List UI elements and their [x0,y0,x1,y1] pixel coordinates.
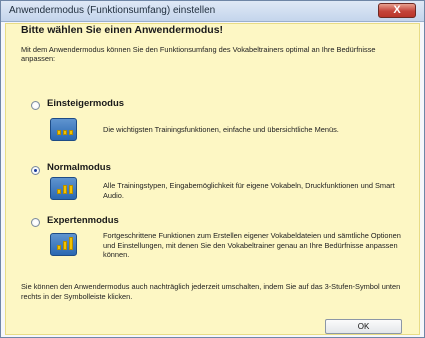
level-bars-icon [50,233,77,256]
radio-expertenmodus[interactable] [31,218,40,227]
mode-label-experten[interactable]: Expertenmodus [47,215,119,226]
footer-hint: Sie können den Anwendermodus auch nachtr… [21,282,401,301]
mode-label-einsteiger[interactable]: Einsteigermodus [47,98,124,109]
radio-normalmodus[interactable] [31,166,40,175]
ok-button[interactable]: OK [325,319,402,334]
title-bar[interactable]: Anwendermodus (Funktionsumfang) einstell… [1,1,424,22]
dialog-window: Anwendermodus (Funktionsumfang) einstell… [0,0,425,338]
mode-description-einsteiger: Die wichtigsten Trainingsfunktionen, ein… [103,125,339,134]
level-bars-icon [50,177,77,200]
radio-einsteigermodus[interactable] [31,101,40,110]
window-title: Anwendermodus (Funktionsumfang) einstell… [9,5,216,16]
close-icon: X [393,4,401,16]
mode-description-normal: Alle Trainingstypen, Eingabemöglichkeit … [103,181,395,200]
close-button[interactable]: X [378,3,416,18]
dialog-heading: Bitte wählen Sie einen Anwendermodus! [21,24,224,36]
intro-text: Mit dem Anwendermodus können Sie den Fun… [21,45,376,63]
mode-description-experten: Fortgeschrittene Funktionen zum Erstelle… [103,231,401,259]
mode-label-normal[interactable]: Normalmodus [47,162,111,173]
level-bars-icon [50,118,77,141]
